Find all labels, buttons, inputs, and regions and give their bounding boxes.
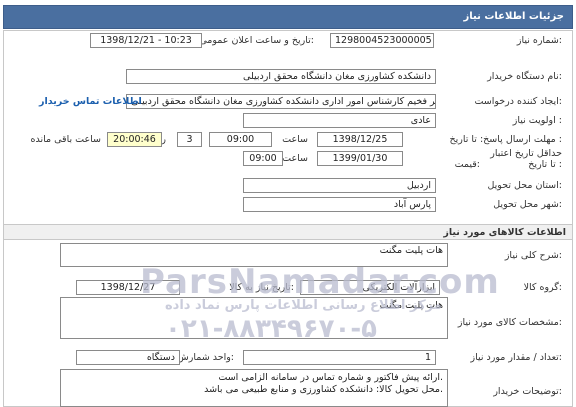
quantity-field: 1 bbox=[243, 350, 436, 365]
validity-date-field: 1399/01/30 bbox=[317, 151, 403, 166]
city-label: شهر محل تحویل: bbox=[493, 199, 562, 210]
goods-specs-label: مشخصات کالای مورد نیاز: bbox=[457, 317, 562, 328]
announce-date-field: 1398/12/21 - 10:23 bbox=[90, 33, 202, 48]
remaining-time-field: 20:00:46 bbox=[107, 132, 162, 147]
watermark-brand: ParsNamadar.com bbox=[140, 262, 500, 302]
goods-section-title: اطلاعات کالاهای مورد نیاز bbox=[443, 227, 566, 238]
unit-field: دستگاه bbox=[76, 350, 180, 365]
province-label: استان محل تحویل: bbox=[487, 180, 562, 191]
validity-time-field: 09:00 bbox=[243, 151, 283, 166]
buyer-notes-line-2: محل تحویل کالا: دانشکده کشاورزی و منابع … bbox=[204, 384, 443, 395]
deadline-label: مهلت ارسال پاسخ: تا تاریخ : bbox=[449, 134, 562, 145]
buyer-notes-field: ارائه پیش فاکتور و شماره تماس در سامانه … bbox=[60, 369, 448, 407]
validity-label: حداقل تاریخ اعتبار bbox=[490, 148, 562, 159]
need-number-label: شماره نیاز: bbox=[516, 35, 562, 46]
buyer-notes-line-1: ارائه پیش فاکتور و شماره تماس در سامانه … bbox=[218, 372, 443, 383]
watermark-persian: مرکز اطلاع رسانی اطلاعات پارس نماد داده bbox=[165, 298, 442, 313]
buyer-name-label: نام دستگاه خریدار: bbox=[487, 71, 562, 82]
need-number-field: 1298004523000005 bbox=[330, 33, 434, 48]
city-field: پارس آباد bbox=[243, 197, 436, 212]
deadline-time-label: ساعت bbox=[282, 134, 308, 145]
request-creator-field: عسگر فخیم کارشناس امور اداری دانشکده کشا… bbox=[126, 94, 436, 109]
request-creator-label: ایجاد کننده درخواست: bbox=[474, 96, 562, 107]
quantity-label: تعداد / مقدار مورد نیاز: bbox=[470, 352, 562, 363]
unit-label: واحد شمارش: bbox=[177, 352, 234, 363]
priority-field: عادی bbox=[243, 113, 436, 128]
need-summary-label: شرح کلی نیاز: bbox=[504, 250, 562, 261]
days-remaining-field: 3 bbox=[177, 132, 202, 147]
priority-label: اولویت نیاز : bbox=[512, 115, 562, 126]
goods-section-header: اطلاعات کالاهای مورد نیاز bbox=[3, 224, 573, 240]
announce-date-label: تاریخ و ساعت اعلان عمومی: bbox=[199, 35, 314, 46]
page-title-bar: جزئیات اطلاعات نیاز bbox=[3, 5, 573, 29]
goods-group-label: گروه کالا: bbox=[523, 282, 562, 293]
page-title: جزئیات اطلاعات نیاز bbox=[463, 11, 564, 22]
province-field: اردبیل bbox=[243, 178, 436, 193]
buyer-name-field: دانشکده کشاورزی مغان دانشگاه محقق اردبیل… bbox=[126, 69, 436, 84]
validity-label-price: قیمت: bbox=[454, 159, 480, 170]
validity-time-label: ساعت bbox=[282, 153, 308, 164]
deadline-date-field: 1398/12/25 bbox=[317, 132, 403, 147]
buyer-contact-link[interactable]: اطلاعات تماس خریدار bbox=[39, 96, 142, 107]
remaining-time-label: ساعت باقی مانده bbox=[30, 134, 101, 145]
watermark-phone: ۰۲۱-۸۸۳۴۹۶۷۰-۵ bbox=[165, 314, 378, 344]
validity-to-label: تا تاریخ : bbox=[528, 159, 562, 170]
deadline-time-field: 09:00 bbox=[209, 132, 272, 147]
buyer-notes-label: توضیحات خریدار: bbox=[493, 386, 562, 397]
